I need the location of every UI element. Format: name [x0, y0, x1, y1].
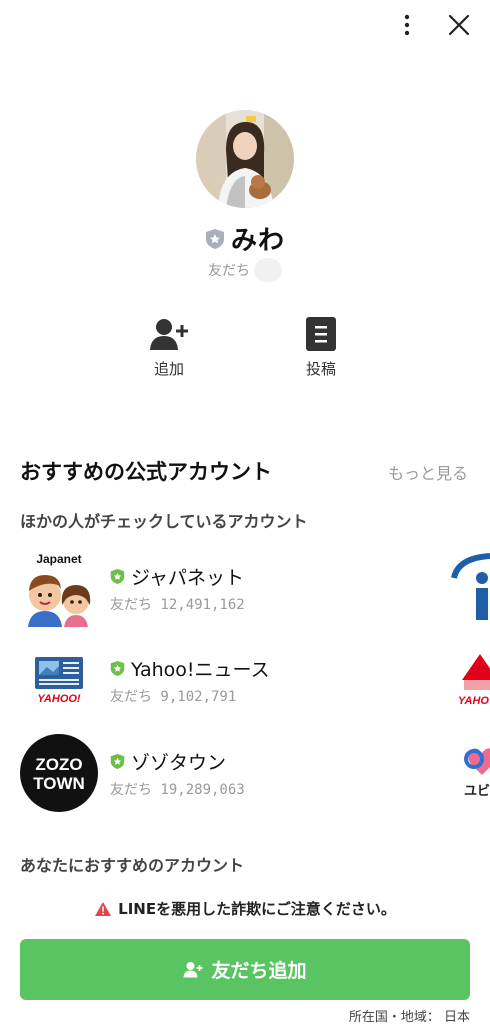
status-blob: [254, 258, 282, 282]
for-you-heading: あなたにおすすめのアカウント: [20, 856, 245, 875]
warning-text: LINEを悪用した詐欺にご注意ください。: [118, 900, 396, 918]
yahoo-logo-text: YAHOO!: [37, 693, 81, 705]
fraud-warning: LINEを悪用した詐欺にご注意ください。: [0, 898, 490, 919]
account-friend-count: 友だち 19,289,063: [110, 781, 245, 798]
see-more-link[interactable]: もっと見る: [388, 460, 468, 484]
recommended-title: おすすめの公式アカウント: [20, 460, 272, 484]
peek-yahoo-text: YAHO: [458, 695, 489, 707]
yahoo-news-logo: YAHOO!: [20, 641, 98, 719]
japanet-logo-text: Japanet: [36, 552, 81, 566]
account-friend-count: 友だち 9,102,791: [110, 688, 237, 705]
info-logo-icon: [451, 553, 490, 620]
account-row-zozotown[interactable]: ZOZO TOWN ゾゾタウン 友だち 19,289,063: [20, 733, 440, 813]
friend-status-label: 友だち: [208, 263, 250, 279]
avatar[interactable]: [196, 110, 294, 208]
verified-badge-icon: [110, 753, 125, 769]
close-icon: [448, 14, 470, 36]
account-name: ジャパネット: [131, 566, 245, 589]
add-user-icon: [183, 962, 203, 978]
verified-badge-icon: [110, 568, 125, 584]
others-checking-heading: ほかの人がチェックしているアカウント: [20, 512, 308, 531]
add-friend-label: 友だち追加: [211, 960, 307, 982]
post-action[interactable]: 投稿: [281, 316, 361, 379]
profile-name: みわ: [230, 226, 285, 256]
profile-name-row: みわ: [0, 220, 490, 257]
post-icon: [306, 317, 336, 351]
tent-logo-icon: YAHO: [458, 654, 490, 707]
peek-yubi-text: ユビ: [464, 783, 490, 798]
japanet-logo: Japanet: [20, 549, 98, 627]
account-name: ゾゾタウン: [131, 751, 227, 774]
zozotown-logo-text-1: ZOZO: [35, 755, 82, 774]
heart-logo-icon: ユビ: [464, 748, 490, 798]
add-friend-action[interactable]: 追加: [129, 316, 209, 379]
verified-badge-icon: [110, 660, 125, 676]
peek-logo-1[interactable]: [450, 548, 490, 626]
account-name: Yahoo!ニュース: [131, 658, 270, 681]
warning-icon: [95, 901, 112, 916]
zozotown-logo-text-2: TOWN: [33, 774, 85, 793]
account-row-yahoo-news[interactable]: YAHOO! Yahoo!ニュース 友だち 9,102,791: [20, 640, 440, 720]
add-friend-button[interactable]: 友だち追加: [20, 939, 470, 1000]
add-user-icon: [150, 319, 188, 350]
close-button[interactable]: [442, 8, 476, 42]
vertical-dots-icon: [404, 14, 410, 36]
region-text: 所在国・地域： 日本: [348, 1010, 470, 1024]
peek-logo-3[interactable]: ユビ: [450, 733, 490, 811]
post-label: 投稿: [305, 360, 336, 378]
friend-status: 友だち: [0, 258, 490, 282]
zozotown-logo: ZOZO TOWN: [20, 734, 98, 812]
account-row-japanet[interactable]: Japanet ジャパネット 友だち 12,491,162: [20, 548, 440, 628]
account-friend-count: 友だち 12,491,162: [110, 596, 245, 613]
shield-badge-icon: [205, 228, 224, 249]
profile-photo: [196, 110, 294, 208]
peek-logo-2[interactable]: YAHO: [450, 640, 490, 718]
more-options-button[interactable]: [390, 8, 424, 42]
add-label: 追加: [153, 360, 184, 378]
